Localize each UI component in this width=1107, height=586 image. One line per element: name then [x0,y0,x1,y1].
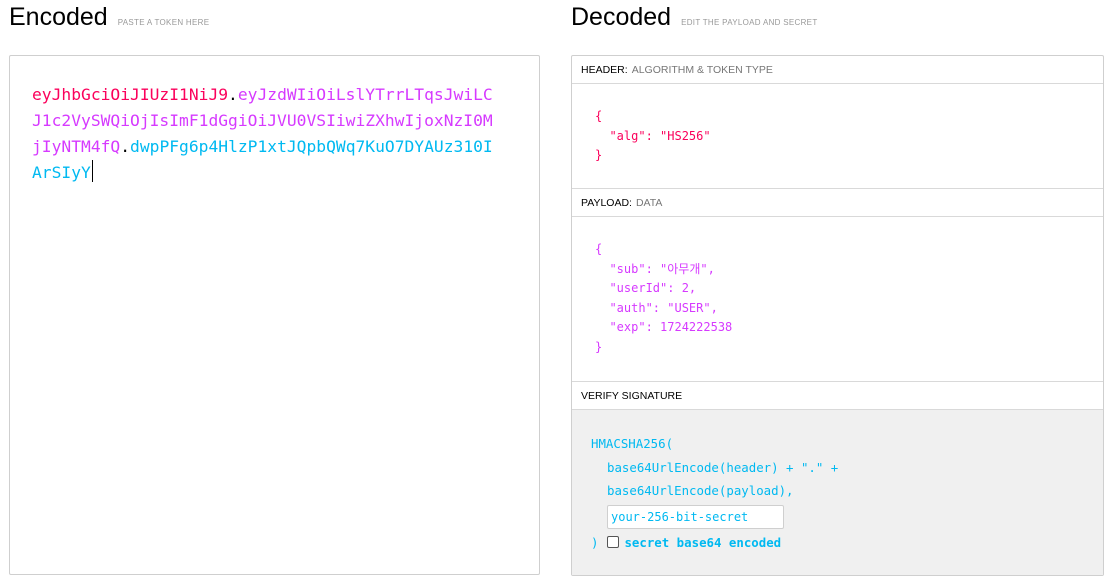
header-section-sublabel: ALGORITHM & TOKEN TYPE [631,64,773,76]
json-line: "exp": 1724222538 [595,320,733,334]
encoded-token-editor[interactable]: eyJhbGciOiJIUzI1NiJ9.eyJzdWIiOiLslYTrrLT… [9,55,540,575]
encoded-title: Encoded [9,3,108,31]
decoded-panel: HEADER: ALGORITHM & TOKEN TYPE { "alg": "… [571,55,1104,576]
json-line: { [595,242,603,256]
secret-input[interactable] [607,504,784,529]
json-line: } [595,148,603,162]
hmac-arg-header: base64UrlEncode(header) + "." + [607,459,839,475]
header-json-editor[interactable]: { "alg": "HS256" } [572,84,1103,189]
encoded-heading: Encoded PASTE A TOKEN HERE [9,0,209,40]
hmac-function-close-row: ) secret base64 encoded [591,531,1103,555]
verify-signature-body: HMACSHA256( base64UrlEncode(header) + ".… [572,410,1103,575]
json-line: "alg": "HS256" [595,128,711,143]
token-separator: . [120,137,131,156]
json-line: { [595,109,603,123]
decoded-title: Decoded [571,3,672,31]
base64-secret-checkbox[interactable] [607,536,620,549]
text-caret [91,160,93,182]
header-section-label: HEADER: [581,64,628,76]
base64-secret-checkbox-label[interactable]: secret base64 encoded [624,531,781,555]
verify-section-label: VERIFY SIGNATURE [581,390,683,402]
json-line: } [595,339,603,354]
payload-section-title: PAYLOAD: DATA [572,189,1103,217]
json-line: "auth": "USER", [595,300,718,315]
hmac-function-open: HMACSHA256( [591,436,674,451]
decoded-hint: EDIT THE PAYLOAD AND SECRET [681,18,818,27]
payload-json-editor[interactable]: { "sub": "아무개", "userId": 2, "auth": "US… [572,217,1103,382]
json-line: "userId": 2, [595,281,697,295]
payload-section-label: PAYLOAD: [581,197,632,209]
json-line: "sub": "아무개", [595,261,715,276]
verify-section-title: VERIFY SIGNATURE [572,382,1103,410]
encoded-hint: PASTE A TOKEN HERE [117,18,210,27]
hmac-arg-payload: base64UrlEncode(payload), [607,483,794,498]
header-section-title: HEADER: ALGORITHM & TOKEN TYPE [572,56,1103,84]
hmac-function-close: ) [591,534,599,550]
token-separator: . [228,85,238,104]
payload-section-sublabel: DATA [635,197,663,209]
decoded-heading: Decoded EDIT THE PAYLOAD AND SECRET [571,0,818,40]
token-header-part: eyJhbGciOiJIUzI1NiJ9 [32,85,229,104]
token-text[interactable]: eyJhbGciOiJIUzI1NiJ9.eyJzdWIiOiLslYTrrLT… [32,82,502,186]
